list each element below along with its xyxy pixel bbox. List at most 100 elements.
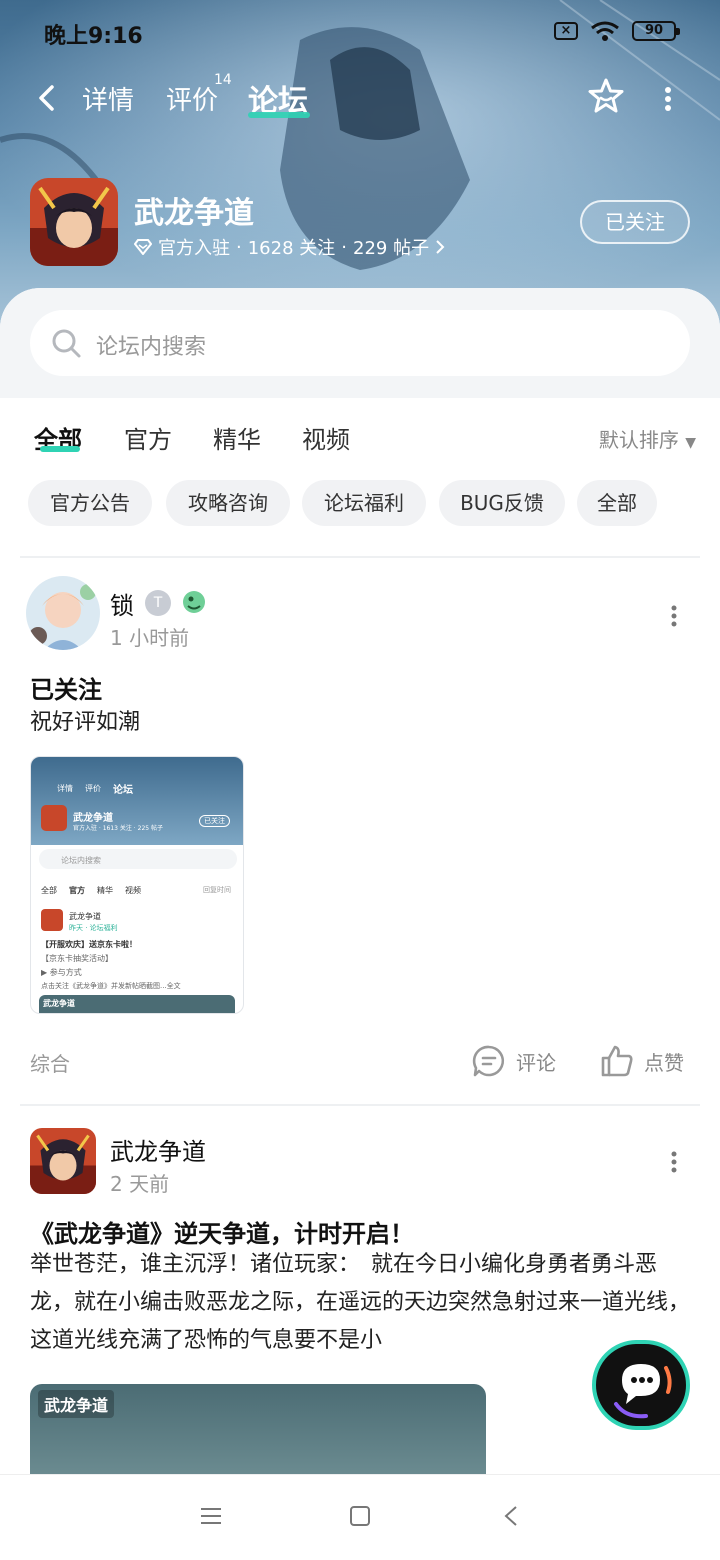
chip-guide[interactable]: 攻略咨询 xyxy=(166,480,290,526)
chip-all[interactable]: 全部 xyxy=(577,480,657,526)
chat-fab[interactable] xyxy=(592,1340,690,1430)
comment-icon xyxy=(472,1045,505,1077)
diamond-icon xyxy=(134,239,152,255)
back-nav-icon[interactable] xyxy=(502,1505,520,1527)
top-nav: 详情 评价 14 论坛 xyxy=(0,70,720,130)
thumb-avatar xyxy=(41,909,63,931)
chevron-right-icon xyxy=(436,240,445,254)
chip-official-notice[interactable]: 官方公告 xyxy=(28,480,152,526)
thumb-title: 武龙争道 xyxy=(73,813,113,824)
status-bar: 晚上9:16 × 90 xyxy=(0,0,720,66)
star-icon[interactable] xyxy=(586,76,626,116)
sort-label: 默认排序 xyxy=(598,428,679,452)
posts-count: 229 帖子 xyxy=(353,238,430,259)
meta-separator: · xyxy=(341,236,347,258)
thumb-line: 点击关注《武龙争道》并发新帖晒截图...全文 xyxy=(41,982,181,990)
game-title: 武龙争道 xyxy=(134,196,254,231)
avatar[interactable] xyxy=(26,576,100,650)
thumb-search-text: 论坛内搜索 xyxy=(61,856,101,865)
post-more-icon[interactable] xyxy=(668,1150,680,1174)
avatar[interactable] xyxy=(30,1128,96,1194)
chip-welfare[interactable]: 论坛福利 xyxy=(302,480,426,526)
post-card[interactable]: 锁 T 1 小时前 已关注 祝好评如潮 详情 评价 论坛 武龙争道 官方入驻 ·… xyxy=(0,572,720,1092)
search-placeholder: 论坛内搜索 xyxy=(96,335,207,360)
status-time: 晚上9:16 xyxy=(44,24,143,49)
like-button[interactable]: 点赞 xyxy=(600,1044,684,1078)
menu-icon[interactable] xyxy=(200,1505,222,1527)
no-sim-icon: × xyxy=(554,22,578,40)
thumb-tab: 详情 xyxy=(57,784,73,793)
tab-details[interactable]: 详情 xyxy=(82,80,134,117)
chat-bubble-icon xyxy=(614,1364,672,1419)
thumb-line: 【开服欢庆】送京东卡啦！ xyxy=(41,940,137,949)
comment-button[interactable]: 评论 xyxy=(472,1044,556,1078)
game-info: 武龙争道 官方入驻 · 1628 关注 · 229 帖子 已关注 xyxy=(30,178,690,268)
thumbs-up-icon xyxy=(601,1045,633,1077)
like-label: 点赞 xyxy=(644,1050,684,1075)
post-title[interactable]: 《武龙争道》逆天争道，计时开启！ xyxy=(30,1214,414,1249)
post-author[interactable]: 锁 xyxy=(110,586,134,621)
follow-button[interactable]: 已关注 xyxy=(580,200,690,244)
post-author[interactable]: 武龙争道 xyxy=(110,1132,206,1167)
wifi-icon xyxy=(591,21,619,41)
subforum-chips: 官方公告 攻略咨询 论坛福利 BUG反馈 全部 xyxy=(0,480,720,526)
game-app-icon[interactable] xyxy=(30,178,118,266)
category-tab-official[interactable]: 官方 xyxy=(124,420,172,455)
followers-count: 1628 关注 xyxy=(247,238,336,259)
official-label: 官方入驻 xyxy=(158,238,230,259)
thumb-line: 【京东卡抽奖活动】 xyxy=(41,954,113,963)
thumb-cat: 全部 xyxy=(41,886,57,895)
user-level-badge: T xyxy=(145,590,171,616)
reviews-count-badge: 14 xyxy=(214,72,232,88)
back-arrow-icon[interactable] xyxy=(34,84,62,112)
comment-label: 评论 xyxy=(516,1050,556,1075)
search-input[interactable]: 论坛内搜索 xyxy=(30,310,690,376)
thumb-cat: 官方 xyxy=(69,886,85,895)
post-footer: 综合 评论 点赞 xyxy=(0,1040,720,1080)
post-time: 1 小时前 xyxy=(110,626,190,650)
post-category-tag[interactable]: 综合 xyxy=(30,1048,70,1077)
post-title[interactable]: 已关注 xyxy=(30,670,102,705)
game-meta[interactable]: 官方入驻 · 1628 关注 · 229 帖子 xyxy=(134,234,445,260)
post-time: 2 天前 xyxy=(110,1172,170,1196)
category-tabs: 全部 官方 精华 视频 默认排序 ▼ xyxy=(0,416,720,466)
thumb-follow: 已关注 xyxy=(199,815,230,827)
thumb-when: 昨天 · 论坛福利 xyxy=(69,924,118,932)
sort-dropdown[interactable]: 默认排序 ▼ xyxy=(599,424,696,453)
post-body[interactable]: 祝好评如潮 xyxy=(30,704,700,742)
thumb-line: ▶ 参与方式 xyxy=(41,968,82,977)
thumb-tab: 论坛 xyxy=(113,785,133,796)
more-vertical-icon[interactable] xyxy=(660,84,676,114)
meta-separator: · xyxy=(236,236,242,258)
thumb-game-icon xyxy=(41,805,67,831)
post-image-thumbnail[interactable]: 详情 评价 论坛 武龙争道 官方入驻 · 1613 关注 · 225 帖子 已关… xyxy=(30,756,244,1014)
divider xyxy=(20,1104,700,1106)
pet-badge-icon xyxy=(183,591,205,613)
divider xyxy=(20,556,700,558)
thumb-meta: 官方入驻 · 1613 关注 · 225 帖子 xyxy=(73,825,163,832)
search-section: 论坛内搜索 xyxy=(0,288,720,398)
category-tab-featured[interactable]: 精华 xyxy=(213,420,261,455)
thumb-image-logo: 武龙争道 xyxy=(43,999,75,1008)
post-image[interactable]: 武龙争道 xyxy=(30,1384,486,1484)
image-logo: 武龙争道 xyxy=(38,1390,115,1418)
thumb-cat: 精华 xyxy=(97,886,113,895)
thumb-author: 武龙争道 xyxy=(69,912,101,921)
chip-bug-report[interactable]: BUG反馈 xyxy=(439,480,565,526)
status-icons: × 90 xyxy=(554,20,680,42)
post-card[interactable]: 武龙争道 2 天前 《武龙争道》逆天争道，计时开启！ 举世苍茫，谁主沉浮！诸位玩… xyxy=(0,1126,720,1526)
caret-down-icon: ▼ xyxy=(685,435,696,451)
search-icon xyxy=(52,329,81,358)
tab-reviews[interactable]: 评价 xyxy=(166,80,218,117)
thumb-sort: 回复时间 xyxy=(203,886,231,894)
thumb-tab: 评价 xyxy=(85,784,101,793)
post-body[interactable]: 举世苍茫，谁主沉浮！诸位玩家： 就在今日小编化身勇者勇斗恶龙，就在小编击败恶龙之… xyxy=(30,1246,700,1360)
category-tab-video[interactable]: 视频 xyxy=(302,420,350,455)
system-navigation-bar xyxy=(0,1474,720,1560)
active-tab-indicator xyxy=(248,112,310,118)
battery-icon: 90 xyxy=(632,21,680,41)
thumb-cat: 视频 xyxy=(125,886,141,895)
game-banner: 晚上9:16 × 90 详情 评价 14 论坛 武龙争道 官方入驻 · 1628… xyxy=(0,0,720,330)
home-icon[interactable] xyxy=(349,1505,371,1527)
post-more-icon[interactable] xyxy=(668,604,680,628)
